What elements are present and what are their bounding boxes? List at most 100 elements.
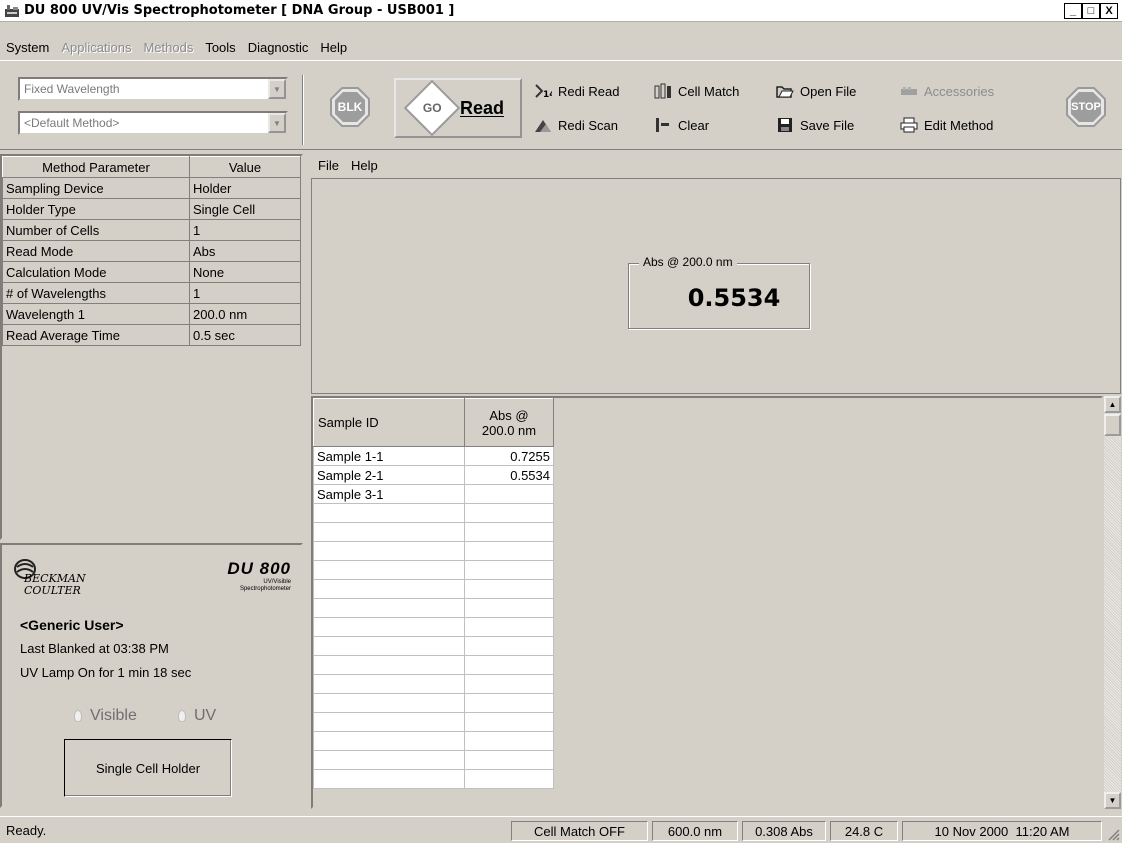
table-row[interactable] [313,579,554,599]
abs-cell[interactable] [464,655,554,675]
abs-cell[interactable] [464,560,554,580]
sample-id-cell[interactable] [313,731,465,751]
holder-display[interactable]: Single Cell Holder [64,739,232,797]
sample-id-cell[interactable] [313,693,465,713]
column-header-value[interactable]: Value [189,156,301,178]
table-row[interactable] [313,522,554,542]
sample-id-cell[interactable] [313,522,465,542]
parameter-value[interactable]: Holder [189,177,301,199]
table-row[interactable] [313,674,554,694]
abs-cell[interactable]: 0.7255 [464,446,554,466]
table-row[interactable]: Sample 2-1 0.5534 [313,465,554,485]
table-row[interactable]: Sampling Device Holder [2,177,301,199]
table-row[interactable]: # of Wavelengths 1 [2,282,301,304]
column-header-abs[interactable]: Abs @ 200.0 nm [464,398,554,447]
results-menu-help[interactable]: Help [345,156,384,175]
accessories-button[interactable]: Accessories [900,83,994,99]
abs-cell[interactable] [464,579,554,599]
column-header-sample-id[interactable]: Sample ID [313,398,465,447]
parameter-value[interactable]: 200.0 nm [189,303,301,325]
redi-read-button[interactable]: 14 Redi Read [534,83,619,99]
abs-cell[interactable] [464,522,554,542]
table-row[interactable]: Wavelength 1 200.0 nm [2,303,301,325]
abs-cell[interactable] [464,617,554,637]
table-row[interactable]: Number of Cells 1 [2,219,301,241]
parameter-value[interactable]: 1 [189,219,301,241]
abs-cell[interactable] [464,693,554,713]
abs-cell[interactable] [464,598,554,618]
abs-cell[interactable] [464,541,554,561]
sample-id-cell[interactable]: Sample 3-1 [313,484,465,504]
sample-id-cell[interactable] [313,503,465,523]
parameter-value[interactable]: 1 [189,282,301,304]
edit-method-button[interactable]: Edit Method [900,117,993,133]
table-row[interactable]: Read Average Time 0.5 sec [2,324,301,346]
table-row[interactable] [313,598,554,618]
close-button[interactable]: X [1100,3,1118,19]
table-row[interactable] [313,636,554,656]
results-vertical-scrollbar[interactable]: ▲ ▼ [1103,396,1121,809]
app-icon[interactable] [4,3,20,19]
table-row[interactable] [313,750,554,770]
abs-cell[interactable] [464,750,554,770]
sample-id-cell[interactable] [313,655,465,675]
sample-id-cell[interactable] [313,674,465,694]
table-row[interactable] [313,655,554,675]
abs-cell[interactable] [464,712,554,732]
parameter-value[interactable]: 0.5 sec [189,324,301,346]
sample-id-cell[interactable]: Sample 1-1 [313,446,465,466]
abs-cell[interactable]: 0.5534 [464,465,554,485]
sample-id-cell[interactable] [313,750,465,770]
results-grid[interactable]: Sample ID Abs @ 200.0 nm Sample 1-1 0.725… [311,396,1103,809]
abs-cell[interactable] [464,636,554,656]
parameter-value[interactable]: Single Cell [189,198,301,220]
table-row[interactable] [313,541,554,561]
abs-cell[interactable] [464,769,554,789]
parameter-value[interactable]: Abs [189,240,301,262]
dropdown-arrow-icon[interactable]: ▼ [268,79,286,99]
table-row[interactable]: Read Mode Abs [2,240,301,262]
dropdown-arrow-icon[interactable]: ▼ [268,113,286,133]
sample-id-cell[interactable] [313,712,465,732]
table-row[interactable] [313,712,554,732]
column-header-parameter[interactable]: Method Parameter [2,156,190,178]
table-row[interactable]: Holder Type Single Cell [2,198,301,220]
resize-grip-icon[interactable] [1106,827,1120,841]
table-row[interactable]: Sample 1-1 0.7255 [313,446,554,466]
blank-button[interactable]: BLK [330,87,370,127]
table-row[interactable] [313,617,554,637]
sample-id-cell[interactable] [313,636,465,656]
sample-id-cell[interactable] [313,541,465,561]
sample-id-cell[interactable] [313,579,465,599]
save-file-button[interactable]: Save File [776,117,854,133]
minimize-button[interactable]: _ [1064,3,1082,19]
sample-id-cell[interactable] [313,560,465,580]
table-row[interactable] [313,769,554,789]
table-row[interactable] [313,693,554,713]
cell-match-button[interactable]: Cell Match [654,83,739,99]
read-button[interactable]: GO Read [394,78,522,138]
scroll-up-button[interactable]: ▲ [1104,396,1121,413]
table-row[interactable] [313,731,554,751]
results-menu-file[interactable]: File [312,156,345,175]
menu-applications[interactable]: Applications [55,40,137,55]
abs-cell[interactable] [464,731,554,751]
method-combo[interactable]: <Default Method> ▼ [18,111,288,135]
sample-id-cell[interactable] [313,617,465,637]
scroll-thumb[interactable] [1104,414,1121,436]
sample-id-cell[interactable]: Sample 2-1 [313,465,465,485]
table-row[interactable] [313,560,554,580]
abs-cell[interactable] [464,484,554,504]
sample-id-cell[interactable] [313,598,465,618]
mode-combo[interactable]: Fixed Wavelength ▼ [18,77,288,101]
stop-button[interactable]: STOP [1066,87,1106,127]
menu-system[interactable]: System [0,40,55,55]
table-row[interactable]: Sample 3-1 [313,484,554,504]
table-row[interactable] [313,503,554,523]
menu-help[interactable]: Help [314,40,353,55]
sample-id-cell[interactable] [313,769,465,789]
abs-cell[interactable] [464,674,554,694]
menu-tools[interactable]: Tools [199,40,241,55]
parameter-value[interactable]: None [189,261,301,283]
menu-diagnostic[interactable]: Diagnostic [242,40,315,55]
